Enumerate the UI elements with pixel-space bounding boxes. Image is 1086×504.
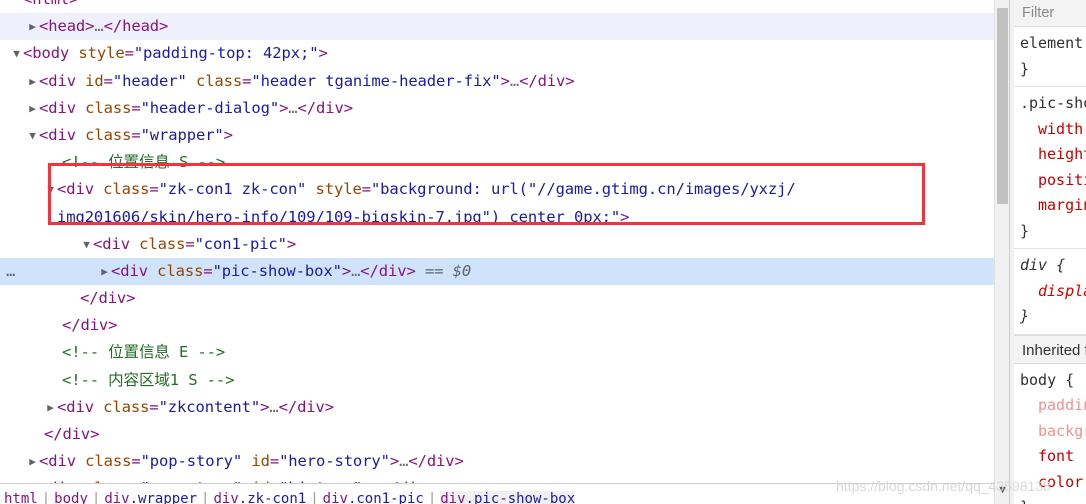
scrollbar-thumb[interactable] (997, 8, 1008, 204)
style-property-display[interactable]: display (1020, 279, 1086, 305)
devtools-window: <html> <head>…</head> <body style="paddi… (0, 0, 1086, 504)
style-property-height[interactable]: height (1020, 142, 1086, 168)
dom-node-comment-content1-start[interactable]: <!-- 内容区域1 S --> (0, 367, 1009, 394)
breadcrumb-item-pic-show-box[interactable]: div.pic-show-box (440, 491, 576, 504)
style-property-font[interactable]: font (1020, 444, 1086, 470)
dom-node-comment-position-end[interactable]: <!-- 位置信息 E --> (0, 339, 1009, 366)
style-rule-open-brace: { (1065, 370, 1075, 389)
style-rule-div-ua[interactable]: div { display } (1014, 249, 1086, 335)
dom-tree-scrollbar[interactable]: ▼ (994, 0, 1009, 504)
style-property-position[interactable]: position (1020, 168, 1086, 194)
style-rule-element-style[interactable]: element.style { } (1014, 27, 1086, 87)
style-rule-selector[interactable]: div (1020, 256, 1047, 274)
twisty-icon[interactable] (26, 122, 39, 149)
style-property-color[interactable]: color (1020, 470, 1086, 496)
chevron-down-icon[interactable]: ▼ (995, 484, 1009, 496)
dom-node-comment-position-start[interactable]: <!-- 位置信息 S --> (0, 149, 1009, 176)
breadcrumb-item-body[interactable]: body (54, 491, 88, 504)
dom-node-head[interactable]: <head>…</head> (0, 13, 1009, 41)
dom-node-div-header-dialog[interactable]: <div class="header-dialog">…</div> (0, 95, 1009, 122)
styles-filter-input[interactable]: Filter (1014, 0, 1086, 27)
twisty-icon[interactable] (26, 13, 39, 40)
elements-dom-tree-pane[interactable]: <html> <head>…</head> <body style="paddi… (0, 0, 1009, 504)
dom-node-div-hero-story[interactable]: <div class="pop-story" id="hero-story">…… (0, 448, 1009, 475)
dom-tree[interactable]: <html> <head>…</head> <body style="paddi… (0, 0, 1009, 503)
style-property-margin[interactable]: margin (1020, 193, 1086, 219)
dom-node-close-con1-pic[interactable]: </div> (0, 285, 1009, 312)
breadcrumb-item-wrapper[interactable]: div.wrapper (104, 491, 197, 504)
dom-node-div-zk-con1[interactable]: <div class="zk-con1 zk-con" style="backg… (0, 176, 1009, 203)
selected-node-marker: == $0 (424, 261, 472, 280)
style-property-padding[interactable]: padding (1020, 393, 1086, 419)
style-rule-selector[interactable]: body (1020, 371, 1056, 389)
dom-node-div-pic-show-box-selected[interactable]: …<div class="pic-show-box">…</div> == $0 (0, 257, 1009, 286)
twisty-icon[interactable] (80, 231, 93, 258)
dom-node-div-header[interactable]: <div id="header" class="header tganime-h… (0, 68, 1009, 95)
style-rule-close-brace: } (1020, 221, 1030, 240)
style-rule-selector[interactable]: element.style (1020, 34, 1086, 52)
dom-node-body[interactable]: <body style="padding-top: 42px;"> (0, 40, 1009, 67)
breadcrumb-item-con1-pic[interactable]: div.con1-pic (323, 491, 424, 504)
breadcrumb-item-html[interactable]: html (4, 491, 38, 504)
dom-node-div-zkcontent[interactable]: <div class="zkcontent">…</div> (0, 394, 1009, 421)
style-rule-close-brace: } (1020, 307, 1030, 325)
style-property-background[interactable]: background (1020, 419, 1086, 445)
twisty-icon[interactable] (98, 258, 111, 285)
inherited-section-header: Inherited from (1014, 334, 1086, 364)
breadcrumb-item-zk-con1[interactable]: div.zk-con1 (213, 491, 306, 504)
dom-node-div-wrapper[interactable]: <div class="wrapper"> (0, 122, 1009, 149)
style-rule-pic-show-box[interactable]: .pic-show-box{ width height position mar… (1014, 87, 1086, 249)
twisty-icon[interactable] (44, 394, 57, 421)
twisty-icon[interactable] (26, 448, 39, 475)
style-rule-body-inherited[interactable]: body { padding background font color } (1014, 364, 1086, 504)
style-rule-selector[interactable]: .pic-show-box (1020, 94, 1086, 112)
twisty-icon[interactable] (44, 176, 57, 203)
dom-node-div-zk-con1-wrap[interactable]: img201606/skin/hero-info/109/109-bigskin… (0, 204, 1009, 231)
node-overflow-dots-icon[interactable]: … (6, 258, 16, 285)
style-property-width[interactable]: width (1020, 117, 1086, 143)
dom-node-html[interactable]: <html> (0, 0, 1009, 13)
style-rule-close-brace: } (1020, 495, 1086, 504)
style-rule-close-brace: } (1020, 59, 1030, 78)
dom-node-close-zk-con1[interactable]: </div> (0, 312, 1009, 339)
twisty-icon[interactable] (26, 95, 39, 122)
twisty-icon[interactable] (26, 68, 39, 95)
style-rule-open-brace: { (1056, 256, 1066, 274)
dom-node-close-wrapper[interactable]: </div> (0, 421, 1009, 448)
twisty-icon[interactable] (10, 40, 23, 67)
breadcrumb[interactable]: html | body | div.wrapper | div.zk-con1 | div.co… (0, 483, 1009, 504)
styles-pane[interactable]: Filter element.style { } .pic-show-box{ … (1009, 0, 1086, 504)
dom-node-div-con1-pic[interactable]: <div class="con1-pic"> (0, 231, 1009, 258)
